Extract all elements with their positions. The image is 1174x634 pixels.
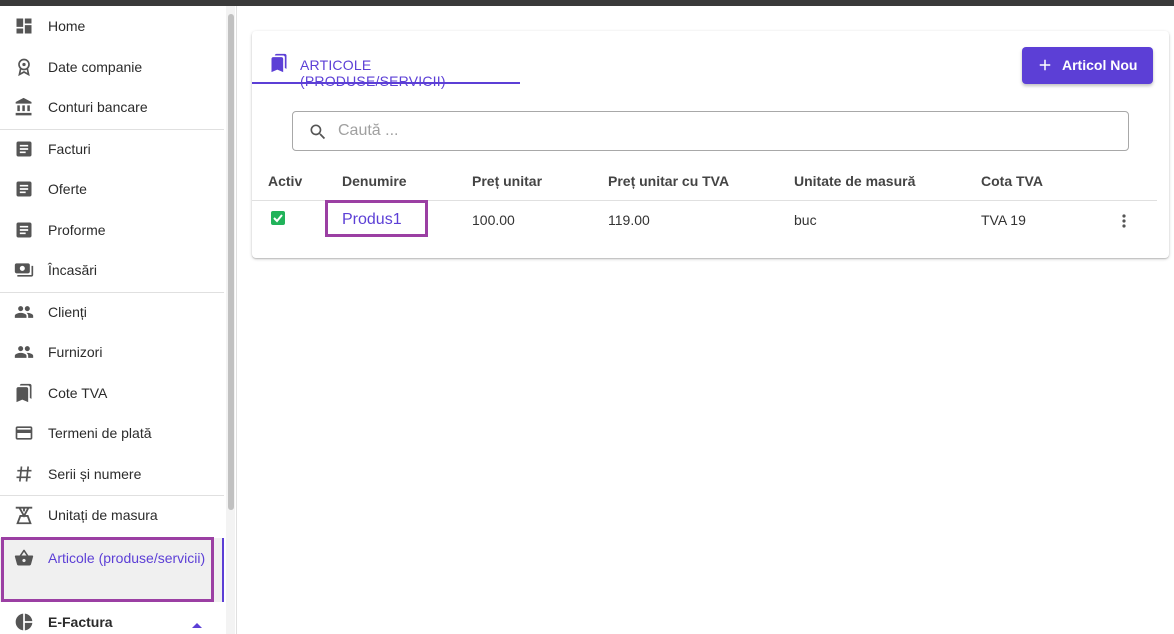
search-input[interactable] bbox=[338, 120, 1098, 142]
add-article-label: Articol Nou bbox=[1062, 57, 1138, 73]
cell-cota-tva: TVA 19 bbox=[981, 212, 1026, 228]
sidebar-item-furnizori[interactable]: Furnizori bbox=[0, 332, 224, 372]
column-header-pret-unitar-tva[interactable]: Preț unitar cu TVA bbox=[608, 173, 729, 189]
badge-icon bbox=[12, 55, 36, 79]
more-options-icon[interactable] bbox=[1114, 211, 1134, 231]
active-checkbox[interactable] bbox=[271, 211, 285, 225]
search-field[interactable] bbox=[292, 111, 1129, 151]
sidebar-item-label: Conturi bancare bbox=[48, 99, 148, 115]
sidebar-item-label: Articole (produse/servicii) bbox=[48, 550, 206, 566]
sidebar-item-facturi[interactable]: Facturi bbox=[0, 129, 224, 169]
sidebar-item-label: Oferte bbox=[48, 181, 87, 197]
tab-articole[interactable]: ARTICOLE (PRODUSE/SERVICII) bbox=[252, 45, 520, 89]
articles-card: ARTICOLE (PRODUSE/SERVICII) Articol Nou … bbox=[252, 31, 1169, 258]
sidebar-item-label: Home bbox=[48, 18, 86, 34]
active-indicator bbox=[222, 538, 224, 602]
plus-icon bbox=[1036, 56, 1054, 79]
sidebar-item-articole[interactable]: Articole (produse/servicii) bbox=[0, 538, 224, 602]
sidebar-item-label: Date companie bbox=[48, 59, 143, 75]
cell-pret-tva: 119.00 bbox=[608, 212, 650, 228]
sidebar-item-label: Clienți bbox=[48, 304, 87, 320]
search-icon bbox=[308, 122, 328, 147]
column-header-activ[interactable]: Activ bbox=[268, 173, 302, 189]
credit-card-icon bbox=[12, 421, 36, 445]
scale-icon bbox=[12, 503, 36, 527]
sidebar-item-cote-tva[interactable]: Cote TVA bbox=[0, 373, 224, 413]
sidebar-item-termeni-de-plata[interactable]: Termeni de plată bbox=[0, 413, 224, 453]
sidebar-item-proforme[interactable]: Proforme bbox=[0, 210, 224, 250]
sidebar-item-label: Unitați de masura bbox=[48, 507, 158, 523]
bookmarks-icon bbox=[12, 381, 36, 405]
column-header-denumire[interactable]: Denumire bbox=[342, 173, 407, 189]
sidebar-item-label: Serii și numere bbox=[48, 466, 142, 482]
document-icon bbox=[12, 177, 36, 201]
sidebar: Home Date companie Conturi bancare Factu… bbox=[0, 6, 237, 634]
sidebar-item-incasari[interactable]: Încasări bbox=[0, 250, 224, 290]
sidebar-item-label: E-Factura bbox=[48, 614, 113, 630]
sidebar-item-serii-si-numere[interactable]: Serii și numere bbox=[0, 454, 224, 494]
checkmark-icon bbox=[273, 214, 283, 223]
sidebar-item-label: Facturi bbox=[48, 141, 91, 157]
cash-icon bbox=[12, 258, 36, 282]
sidebar-item-home[interactable]: Home bbox=[0, 6, 224, 46]
article-name-link[interactable]: Produs1 bbox=[342, 211, 402, 229]
basket-icon bbox=[12, 546, 36, 570]
sidebar-item-unitati-de-masura[interactable]: Unitați de masura bbox=[0, 495, 224, 535]
column-header-cota-tva[interactable]: Cota TVA bbox=[981, 173, 1043, 189]
document-icon bbox=[12, 137, 36, 161]
sidebar-item-label: Încasări bbox=[48, 262, 98, 278]
column-header-unitate[interactable]: Unitate de masură bbox=[794, 173, 915, 189]
bank-icon bbox=[12, 95, 36, 119]
sidebar-item-label: Termeni de plată bbox=[48, 425, 152, 441]
dashboard-icon bbox=[12, 14, 36, 38]
sidebar-item-oferte[interactable]: Oferte bbox=[0, 169, 224, 209]
sidebar-item-label: Cote TVA bbox=[48, 385, 108, 401]
people-icon bbox=[12, 340, 36, 364]
sidebar-item-e-factura[interactable]: E-Factura bbox=[0, 602, 224, 634]
sidebar-item-conturi-bancare[interactable]: Conturi bancare bbox=[0, 87, 224, 127]
sidebar-item-date-companie[interactable]: Date companie bbox=[0, 47, 224, 87]
column-header-pret-unitar[interactable]: Preț unitar bbox=[472, 173, 542, 189]
sidebar-item-label: Proforme bbox=[48, 222, 106, 238]
add-article-button[interactable]: Articol Nou bbox=[1022, 47, 1153, 84]
pie-chart-icon bbox=[12, 610, 36, 634]
cell-unitate: buc bbox=[794, 212, 817, 228]
sidebar-item-clienti[interactable]: Clienți bbox=[0, 292, 224, 332]
document-icon bbox=[12, 218, 36, 242]
cell-pret-unitar: 100.00 bbox=[472, 212, 515, 228]
tab-label: ARTICOLE (PRODUSE/SERVICII) bbox=[300, 57, 446, 89]
sidebar-item-label: Furnizori bbox=[48, 344, 103, 360]
bookmark-icon bbox=[269, 52, 289, 79]
hashtag-icon bbox=[12, 462, 36, 486]
caret-up-icon[interactable] bbox=[191, 616, 203, 634]
sidebar-scrollbar-thumb[interactable] bbox=[228, 14, 234, 510]
table-header-divider bbox=[252, 200, 1157, 201]
people-icon bbox=[12, 300, 36, 324]
